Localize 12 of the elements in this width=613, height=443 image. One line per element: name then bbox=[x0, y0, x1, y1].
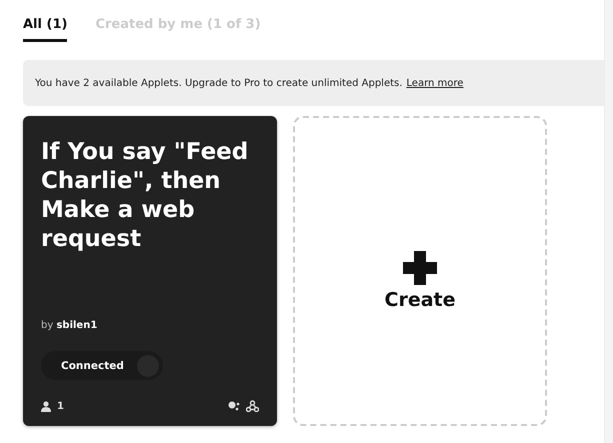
connected-toggle[interactable]: Connected bbox=[41, 351, 163, 380]
banner-text: You have 2 available Applets. Upgrade to Pro to create unlimited Applets. Learn more bbox=[35, 78, 464, 88]
webhook-icon bbox=[246, 400, 259, 412]
create-button[interactable]: Create bbox=[293, 116, 547, 426]
applet-card[interactable]: If You say "Feed Charlie", then Make a web request by sbilen1 Connected 1 bbox=[23, 116, 277, 426]
plus-icon bbox=[403, 250, 437, 284]
user-count: 1 bbox=[57, 400, 64, 412]
author-text: by sbilen1 bbox=[41, 320, 98, 331]
learn-more-link[interactable]: Learn more bbox=[406, 78, 464, 88]
person-icon bbox=[41, 400, 51, 412]
applet-title: If You say "Feed Charlie", then Make a web request bbox=[41, 138, 250, 254]
tab[interactable]: All (1) bbox=[23, 14, 68, 42]
